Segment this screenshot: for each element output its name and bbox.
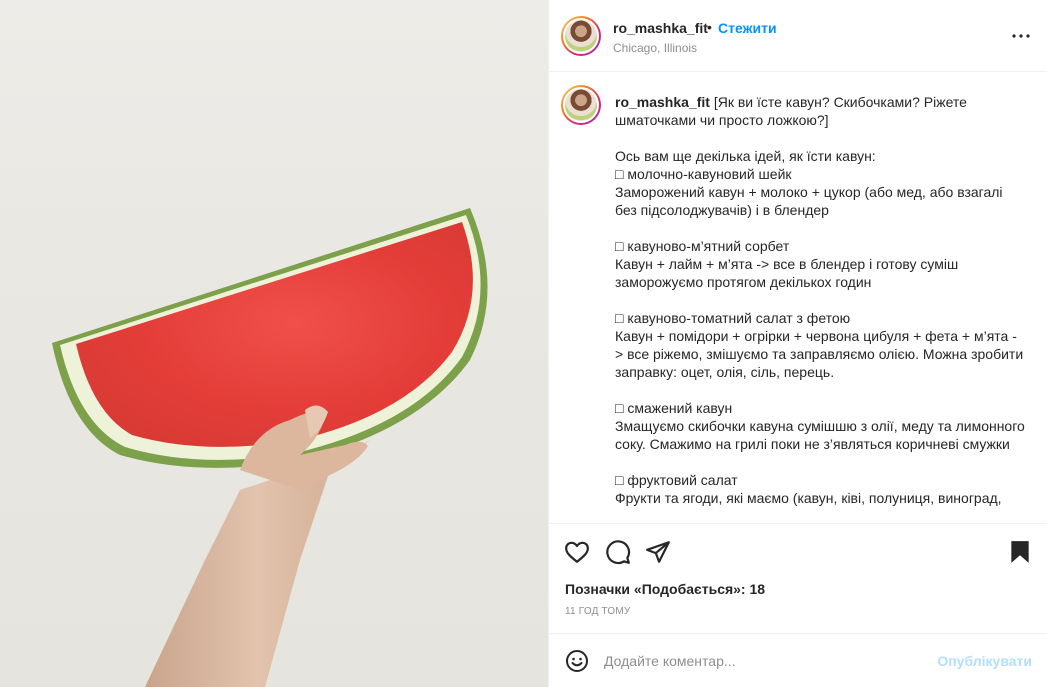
paper-plane-icon[interactable] <box>645 539 671 565</box>
comments-section[interactable]: ro_mashka_fit [Як ви їсте кавун? Скибочк… <box>549 73 1047 523</box>
post-details-panel: ro_mashka_fit • Стежити Chicago, Illinoi… <box>548 0 1047 687</box>
caption-username[interactable]: ro_mashka_fit <box>615 94 710 110</box>
caption-text: [Як ви їсте кавун? Скибочками? Ріжете шм… <box>615 94 1025 506</box>
separator-dot: • <box>707 19 712 35</box>
add-comment-bar: Опублікувати <box>549 633 1047 687</box>
header-username[interactable]: ro_mashka_fit <box>613 20 708 36</box>
smiley-icon[interactable] <box>565 649 589 673</box>
post-timestamp[interactable]: 11 ГОД ТОМУ <box>565 606 630 617</box>
heart-icon[interactable] <box>564 539 590 565</box>
follow-button[interactable]: Стежити <box>718 20 777 36</box>
more-options-icon[interactable] <box>1009 26 1033 46</box>
likes-count[interactable]: Позначки «Подобається»: 18 <box>565 581 765 597</box>
action-bar: Позначки «Подобається»: 18 11 ГОД ТОМУ <box>549 523 1047 633</box>
watermelon-illustration <box>52 208 488 687</box>
post-comment-button[interactable]: Опублікувати <box>937 653 1032 669</box>
caption-avatar[interactable] <box>561 85 601 125</box>
location-link[interactable]: Chicago, Illinois <box>613 41 697 55</box>
comment-input[interactable] <box>604 650 924 672</box>
avatar[interactable] <box>561 16 601 56</box>
post-caption: ro_mashka_fit [Як ви їсте кавун? Скибочк… <box>615 93 1025 507</box>
post-header: ro_mashka_fit • Стежити Chicago, Illinoi… <box>549 0 1047 72</box>
bookmark-icon[interactable] <box>1007 539 1033 565</box>
comment-icon[interactable] <box>605 539 631 565</box>
post-photo <box>0 0 548 687</box>
